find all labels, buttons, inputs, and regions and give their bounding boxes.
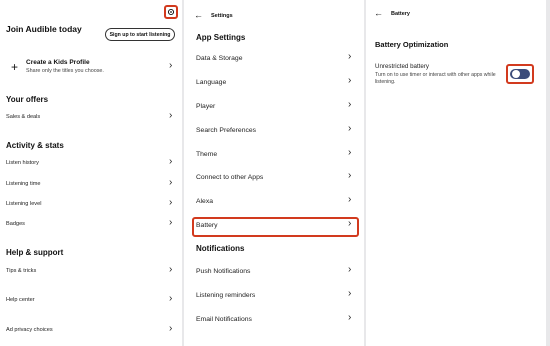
chevron-right-icon: › xyxy=(169,110,173,121)
settings-panel: ← Settings App Settings Data & Storage ›… xyxy=(184,0,364,346)
chevron-right-icon: › xyxy=(348,218,352,229)
settings-item-label: Connect to other Apps xyxy=(196,174,264,181)
plus-icon: + xyxy=(11,60,19,74)
profile-panel: Join Audible today Sign up to start list… xyxy=(0,0,182,346)
unrestricted-battery-toggle[interactable] xyxy=(506,64,534,84)
chevron-right-icon: › xyxy=(348,194,352,205)
list-item-label: Listening time xyxy=(6,181,41,187)
settings-item-label: Email Notifications xyxy=(196,316,252,323)
section-title-help-support: Help & support xyxy=(6,248,64,257)
list-item-label: Help center xyxy=(6,297,35,303)
list-item-label: Listen history xyxy=(6,160,39,166)
list-item-label: Badges xyxy=(6,221,25,227)
chevron-right-icon: › xyxy=(348,288,352,299)
chevron-right-icon: › xyxy=(169,217,173,228)
kids-profile-title: Create a Kids Profile xyxy=(26,59,90,66)
list-item-label: Ad privacy choices xyxy=(6,327,53,333)
unrestricted-battery-description: Turn on to use timer or interact with ot… xyxy=(375,72,496,85)
chevron-right-icon: › xyxy=(348,312,352,323)
section-title-your-offers: Your offers xyxy=(6,95,49,104)
list-item-label: Listening level xyxy=(6,201,42,207)
settings-item-label: Theme xyxy=(196,151,218,158)
chevron-right-icon: › xyxy=(169,264,173,275)
settings-gear-button[interactable] xyxy=(164,5,178,19)
chevron-right-icon: › xyxy=(348,99,352,110)
toggle-track xyxy=(510,69,530,79)
signup-button[interactable]: Sign up to start listening xyxy=(105,28,175,41)
chevron-right-icon: › xyxy=(348,170,352,181)
gear-icon xyxy=(167,8,175,16)
chevron-right-icon: › xyxy=(169,60,173,71)
chevron-right-icon: › xyxy=(169,156,173,167)
unrestricted-battery-label: Unrestricted battery xyxy=(375,63,429,70)
kids-profile-subtitle: Share only the titles you choose. xyxy=(26,68,104,74)
settings-header-title: Settings xyxy=(211,13,233,19)
chevron-right-icon: › xyxy=(169,197,173,208)
app-settings-title: App Settings xyxy=(196,33,246,42)
battery-panel: ← Battery Battery Optimization Unrestric… xyxy=(366,0,546,346)
list-item-label: Sales & deals xyxy=(6,114,41,120)
chevron-right-icon: › xyxy=(348,75,352,86)
battery-optimization-title: Battery Optimization xyxy=(375,40,449,49)
chevron-right-icon: › xyxy=(169,293,173,304)
chevron-right-icon: › xyxy=(348,147,352,158)
settings-item-label: Player xyxy=(196,103,216,110)
notifications-title: Notifications xyxy=(196,244,245,253)
settings-item-label: Listening reminders xyxy=(196,292,256,299)
chevron-right-icon: › xyxy=(348,123,352,134)
chevron-right-icon: › xyxy=(169,177,173,188)
settings-item-label: Search Preferences xyxy=(196,127,257,134)
list-item-label: Tips & tricks xyxy=(6,268,37,274)
join-audible-title: Join Audible today xyxy=(6,24,82,34)
settings-item-label: Language xyxy=(196,79,227,86)
section-title-activity-stats: Activity & stats xyxy=(6,141,64,150)
back-arrow-icon[interactable]: ← xyxy=(374,8,383,18)
chevron-right-icon: › xyxy=(169,323,173,334)
settings-item-label: Data & Storage xyxy=(196,55,243,62)
settings-item-label: Push Notifications xyxy=(196,268,251,275)
settings-item-label: Battery xyxy=(196,222,218,229)
toggle-knob xyxy=(512,70,520,78)
settings-item-label: Alexa xyxy=(196,198,214,205)
chevron-right-icon: › xyxy=(348,264,352,275)
chevron-right-icon: › xyxy=(348,51,352,62)
back-arrow-icon[interactable]: ← xyxy=(194,10,203,20)
battery-header-title: Battery xyxy=(391,11,410,17)
